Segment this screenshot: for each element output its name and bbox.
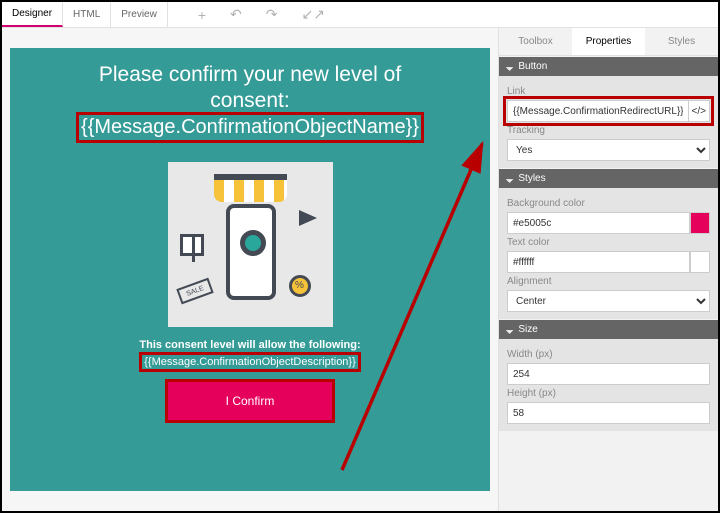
canvas-area: Please confirm your new level of consent… — [2, 28, 498, 511]
label-tracking: Tracking — [507, 125, 710, 136]
undo-icon[interactable]: ↶ — [230, 6, 242, 23]
redo-icon[interactable]: ↷ — [266, 6, 278, 23]
tab-properties[interactable]: Properties — [572, 28, 645, 55]
textcolor-input[interactable] — [507, 251, 690, 273]
label-width: Width (px) — [507, 349, 710, 360]
code-editor-icon[interactable]: </> — [689, 100, 710, 122]
width-input[interactable] — [507, 363, 710, 385]
tab-designer[interactable]: Designer — [2, 2, 63, 27]
label-height: Height (px) — [507, 388, 710, 399]
collapse-icon[interactable]: ↙↗ — [302, 6, 325, 23]
awning-icon — [214, 174, 287, 202]
subtitle: This consent level will allow the follow… — [28, 339, 472, 351]
email-canvas[interactable]: Please confirm your new level of consent… — [10, 48, 490, 491]
phone-icon — [226, 204, 276, 300]
discount-icon: % — [289, 275, 311, 297]
tab-toolbox[interactable]: Toolbox — [499, 28, 572, 55]
tracking-select[interactable]: Yes — [507, 139, 710, 161]
top-tabbar: Designer HTML Preview + ↶ ↷ ↙↗ — [2, 2, 718, 28]
label-alignment: Alignment — [507, 276, 710, 287]
section-button[interactable]: Button — [499, 57, 718, 76]
label-link: Link — [507, 86, 710, 97]
illustration: % SALE — [168, 162, 333, 327]
label-textcolor: Text color — [507, 237, 710, 248]
headline-line1: Please confirm your new level of — [28, 62, 472, 88]
label-bgcolor: Background color — [507, 198, 710, 209]
panel-tabbar: Toolbox Properties Styles — [499, 28, 718, 56]
main-body: Please confirm your new level of consent… — [2, 28, 718, 511]
app-window: Designer HTML Preview + ↶ ↷ ↙↗ Please co… — [0, 0, 720, 513]
link-input[interactable] — [507, 100, 689, 122]
height-input[interactable] — [507, 402, 710, 424]
section-size[interactable]: Size — [499, 320, 718, 339]
bgcolor-input[interactable] — [507, 212, 690, 234]
confirm-button[interactable]: I Confirm — [168, 382, 333, 420]
megaphone-icon — [299, 210, 317, 226]
textcolor-swatch[interactable] — [690, 251, 710, 273]
target-icon — [240, 230, 266, 256]
sale-tag-icon: SALE — [176, 277, 213, 304]
tab-preview[interactable]: Preview — [111, 2, 168, 27]
right-panel: Toolbox Properties Styles Button Link </… — [498, 28, 718, 511]
token-confirmation-desc[interactable]: {{Message.ConfirmationObjectDescription}… — [142, 355, 358, 369]
tab-html[interactable]: HTML — [63, 2, 111, 27]
add-icon[interactable]: + — [198, 7, 206, 23]
panel-scroll[interactable]: Button Link </> Tracking Yes Styles Back… — [499, 56, 718, 511]
gift-icon — [180, 234, 204, 256]
bgcolor-swatch[interactable] — [690, 212, 710, 234]
section-styles[interactable]: Styles — [499, 169, 718, 188]
tab-styles[interactable]: Styles — [645, 28, 718, 55]
alignment-select[interactable]: Center — [507, 290, 710, 312]
token-confirmation-name[interactable]: {{Message.ConfirmationObjectName}} — [79, 115, 421, 140]
headline-line2: consent: — [28, 88, 472, 114]
